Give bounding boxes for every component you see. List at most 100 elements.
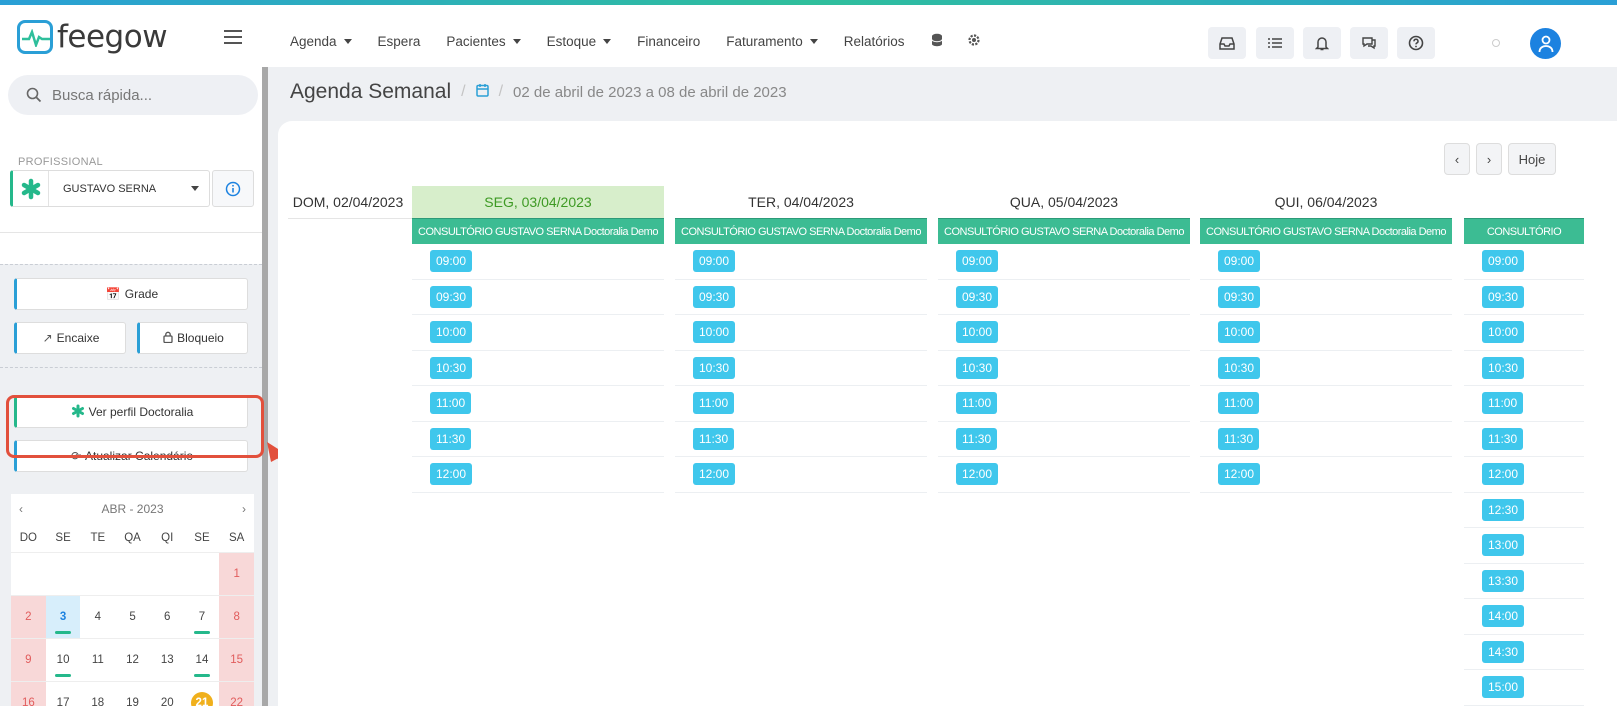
calendar-day[interactable]: 21 <box>185 682 220 706</box>
nav-faturamento[interactable]: Faturamento <box>726 33 818 50</box>
calendar-day[interactable]: 11 <box>80 639 115 681</box>
help-icon[interactable] <box>1397 27 1435 59</box>
time-slot-button[interactable]: 10:00 <box>430 321 473 344</box>
dashed-divider <box>0 367 262 368</box>
grade-button[interactable]: 📅 Grade <box>14 278 248 310</box>
calendar-day[interactable]: 15 <box>219 639 255 681</box>
time-slot-button[interactable]: 13:30 <box>1482 569 1525 592</box>
gear-icon[interactable] <box>967 33 981 50</box>
info-icon[interactable] <box>212 170 254 207</box>
time-slot-button[interactable]: 11:00 <box>693 392 735 415</box>
time-slot-button[interactable]: 11:30 <box>693 427 735 450</box>
menu-toggle-icon[interactable] <box>224 30 242 48</box>
user-avatar[interactable] <box>1530 28 1561 59</box>
calendar-day[interactable]: 1 <box>219 553 255 595</box>
previous-week-button[interactable]: ‹ <box>1444 143 1470 175</box>
calendar-day-number: 12 <box>126 654 139 666</box>
time-slot-button[interactable]: 13:00 <box>1482 534 1525 557</box>
bell-icon[interactable] <box>1303 27 1341 59</box>
nav-pacientes[interactable]: Pacientes <box>446 33 521 50</box>
time-slot-row: 12:00 <box>1464 457 1584 493</box>
chat-icon[interactable] <box>1350 27 1388 59</box>
time-slot-button[interactable]: 15:00 <box>1482 676 1525 699</box>
quick-search[interactable] <box>8 75 258 115</box>
time-slot-button[interactable]: 10:30 <box>1482 356 1525 379</box>
nav-agenda[interactable]: Agenda <box>290 33 352 50</box>
time-slot-button[interactable]: 11:30 <box>1482 427 1524 450</box>
time-slot-button[interactable]: 11:30 <box>956 427 998 450</box>
availability-indicator <box>193 631 211 634</box>
time-slot-button[interactable]: 09:30 <box>430 285 473 308</box>
calendar-day[interactable]: 13 <box>150 639 185 681</box>
sidebar-scrollbar[interactable] <box>262 67 268 706</box>
app-logo[interactable]: feegow <box>17 19 168 55</box>
calendar-day[interactable]: 6 <box>150 596 185 638</box>
calendar-day[interactable]: 18 <box>80 682 115 706</box>
calendar-day[interactable]: 12 <box>115 639 150 681</box>
nav-espera[interactable]: Espera <box>378 33 421 50</box>
time-slot-button[interactable]: 10:30 <box>956 356 999 379</box>
calendar-day[interactable]: 22 <box>219 682 255 706</box>
time-slot-button[interactable]: 11:00 <box>956 392 998 415</box>
calendar-day[interactable]: 16 <box>11 682 46 706</box>
time-slot-button[interactable]: 10:00 <box>1482 321 1525 344</box>
time-slot-button[interactable]: 12:00 <box>430 463 473 486</box>
time-slot-button[interactable]: 11:00 <box>1218 392 1260 415</box>
calendar-day[interactable]: 2 <box>11 596 46 638</box>
chevron-right-icon[interactable]: › <box>242 502 246 516</box>
weekday-label: TE <box>90 532 106 544</box>
calendar-day[interactable]: 5 <box>115 596 150 638</box>
database-icon[interactable] <box>931 33 943 50</box>
chevron-left-icon[interactable]: ‹ <box>19 502 23 516</box>
time-slot-button[interactable]: 09:00 <box>1218 250 1261 273</box>
time-slot-button[interactable]: 11:30 <box>430 427 472 450</box>
calendar-day[interactable]: 14 <box>185 639 220 681</box>
search-input[interactable] <box>52 86 232 104</box>
time-slot-button[interactable]: 09:30 <box>1218 285 1261 308</box>
time-slot-button[interactable]: 14:30 <box>1482 640 1525 663</box>
time-slot-button[interactable]: 11:00 <box>1482 392 1524 415</box>
time-slot-button[interactable]: 12:00 <box>1218 463 1261 486</box>
calendar-day[interactable]: 20 <box>150 682 185 706</box>
calendar-day[interactable]: 9 <box>11 639 46 681</box>
time-slot-button[interactable]: 09:00 <box>693 250 736 273</box>
calendar-day[interactable]: 8 <box>219 596 255 638</box>
time-slot-button[interactable]: 10:30 <box>1218 356 1261 379</box>
calendar-day[interactable]: 19 <box>115 682 150 706</box>
calendar-day[interactable]: 4 <box>80 596 115 638</box>
time-slot-button[interactable]: 10:30 <box>430 356 473 379</box>
mini-calendar: ‹ ABR - 2023 › DO SE TE QA QI SE SA 1234567891… <box>11 494 255 706</box>
time-slot-button[interactable]: 12:30 <box>1482 498 1525 521</box>
time-slot-button[interactable]: 10:00 <box>693 321 736 344</box>
time-slot-button[interactable]: 09:30 <box>693 285 736 308</box>
time-slot-button[interactable]: 09:30 <box>956 285 999 308</box>
time-slot-button[interactable]: 12:00 <box>956 463 999 486</box>
checklist-icon[interactable] <box>1256 27 1294 59</box>
calendar-day[interactable]: 7 <box>185 596 220 638</box>
encaixe-button[interactable]: ↗ Encaixe <box>14 322 126 354</box>
time-slot-button[interactable]: 10:00 <box>956 321 999 344</box>
time-slot-button[interactable]: 09:30 <box>1482 285 1525 308</box>
nav-estoque[interactable]: Estoque <box>547 33 612 50</box>
time-slot-button[interactable]: 09:00 <box>956 250 999 273</box>
time-slot-button[interactable]: 14:00 <box>1482 605 1525 628</box>
time-slot-button[interactable]: 11:30 <box>1218 427 1260 450</box>
time-slot-button[interactable]: 11:00 <box>430 392 472 415</box>
time-slot-button[interactable]: 09:00 <box>1482 250 1525 273</box>
nav-financeiro[interactable]: Financeiro <box>637 33 700 50</box>
bloqueio-button[interactable]: Bloqueio <box>137 322 248 354</box>
time-slot-button[interactable]: 10:00 <box>1218 321 1261 344</box>
today-button[interactable]: Hoje <box>1508 143 1556 175</box>
time-slot-button[interactable]: 09:00 <box>430 250 473 273</box>
inbox-icon[interactable] <box>1208 27 1246 59</box>
professional-select[interactable]: GUSTAVO SERNA <box>10 170 210 207</box>
time-slot-button[interactable]: 12:00 <box>693 463 736 486</box>
calendar-day[interactable]: 10 <box>46 639 81 681</box>
calendar-day[interactable]: 3 <box>45 596 81 638</box>
next-week-button[interactable]: › <box>1476 143 1502 175</box>
time-slot-button[interactable]: 12:00 <box>1482 463 1525 486</box>
availability-indicator <box>54 674 72 677</box>
nav-relatorios[interactable]: Relatórios <box>844 33 905 50</box>
time-slot-button[interactable]: 10:30 <box>693 356 736 379</box>
calendar-day[interactable]: 17 <box>46 682 81 706</box>
